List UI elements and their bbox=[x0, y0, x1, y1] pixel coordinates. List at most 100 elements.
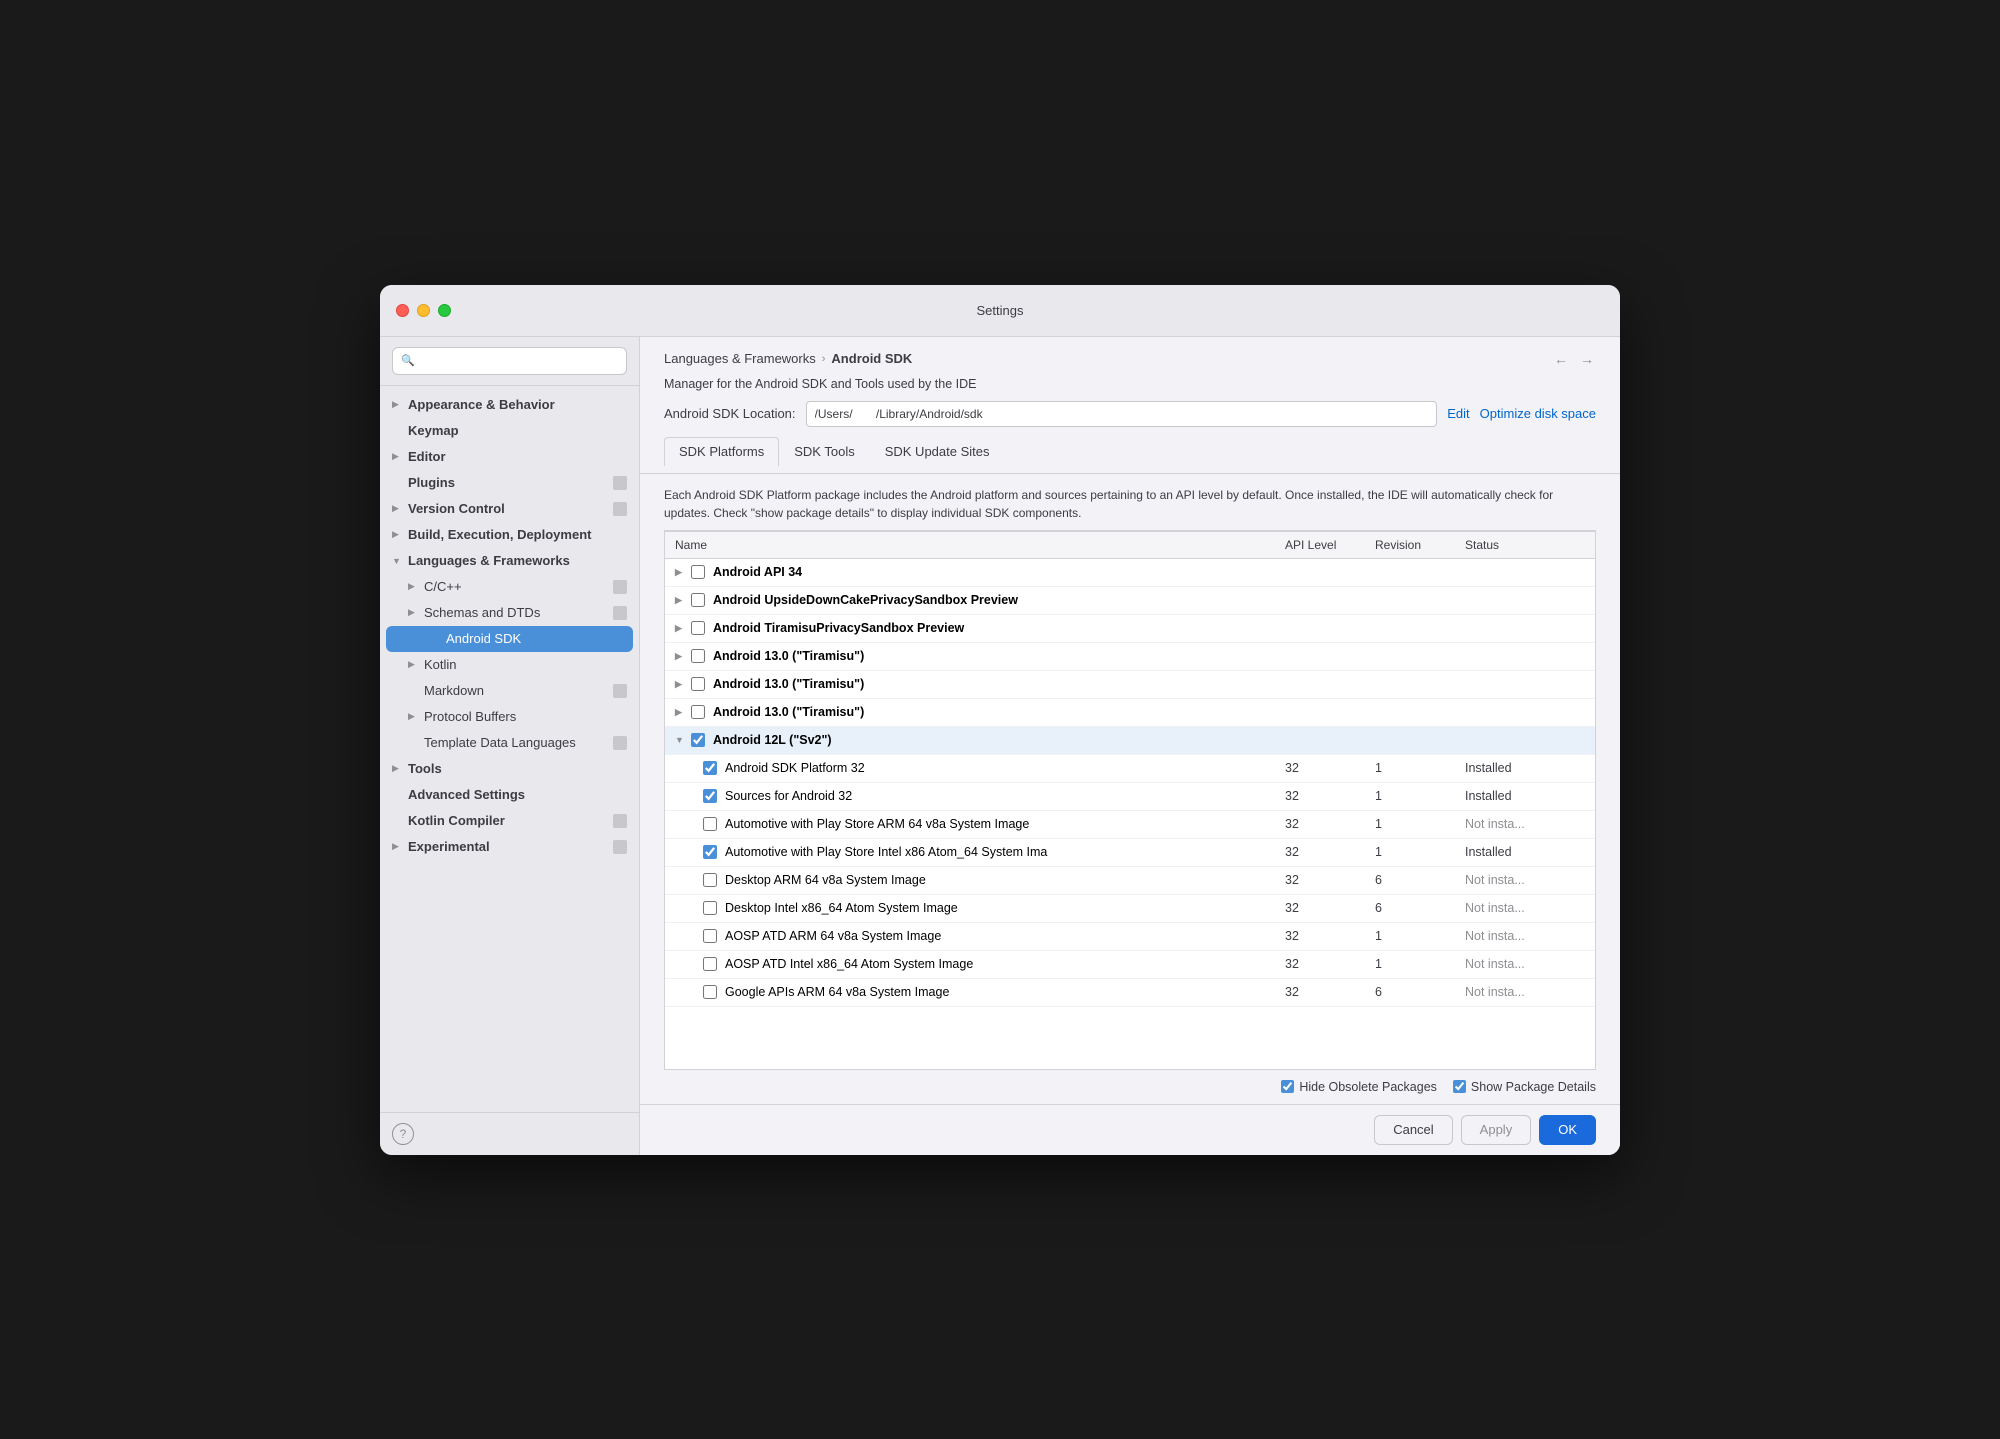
table-row: Sources for Android 32 32 1 Installed bbox=[665, 783, 1595, 811]
sidebar-item-cpp[interactable]: ▶ C/C++ bbox=[380, 574, 639, 600]
sidebar-nav: ▶ Appearance & Behavior Keymap ▶ Editor … bbox=[380, 386, 639, 1112]
row-name-cell: ▶ Android TiramisuPrivacySandbox Preview bbox=[675, 621, 1285, 635]
edit-button[interactable]: Edit bbox=[1447, 406, 1469, 421]
search-container: 🔍 bbox=[380, 337, 639, 386]
row-checkbox[interactable] bbox=[691, 621, 705, 635]
cancel-button[interactable]: Cancel bbox=[1374, 1115, 1452, 1145]
table-row: ▶ Android UpsideDownCakePrivacySandbox P… bbox=[665, 587, 1595, 615]
col-status: Status bbox=[1465, 538, 1585, 552]
sidebar-item-tools[interactable]: ▶ Tools bbox=[380, 756, 639, 782]
row-checkbox[interactable] bbox=[703, 901, 717, 915]
row-checkbox[interactable] bbox=[703, 929, 717, 943]
sidebar-item-protocol-buffers[interactable]: ▶ Protocol Buffers bbox=[380, 704, 639, 730]
sidebar-item-label: Android SDK bbox=[446, 631, 627, 646]
row-revision-cell: 1 bbox=[1375, 929, 1465, 943]
sidebar-item-kotlin[interactable]: ▶ Kotlin bbox=[380, 652, 639, 678]
table-row: ▶ Android TiramisuPrivacySandbox Preview bbox=[665, 615, 1595, 643]
tab-sdk-tools[interactable]: SDK Tools bbox=[779, 437, 869, 465]
back-arrow-icon[interactable]: ← bbox=[1552, 351, 1570, 367]
sidebar-item-advanced-settings[interactable]: Advanced Settings bbox=[380, 782, 639, 808]
table-row: Google APIs ARM 64 v8a System Image 32 6… bbox=[665, 979, 1595, 1007]
sidebar-item-label: C/C++ bbox=[424, 579, 613, 594]
row-name-cell: ▶ Android UpsideDownCakePrivacySandbox P… bbox=[675, 593, 1285, 607]
sidebar-item-appearance[interactable]: ▶ Appearance & Behavior bbox=[380, 392, 639, 418]
sidebar-item-plugins[interactable]: Plugins bbox=[380, 470, 639, 496]
sidebar-item-markdown[interactable]: Markdown bbox=[380, 678, 639, 704]
badge-icon bbox=[613, 684, 627, 698]
minimize-button[interactable] bbox=[417, 304, 430, 317]
search-box[interactable]: 🔍 bbox=[392, 347, 627, 375]
breadcrumb-current: Android SDK bbox=[831, 351, 912, 366]
row-checkbox[interactable] bbox=[691, 733, 705, 747]
sidebar-item-experimental[interactable]: ▶ Experimental bbox=[380, 834, 639, 860]
sidebar-item-label: Template Data Languages bbox=[424, 735, 613, 750]
row-status-cell: Installed bbox=[1465, 761, 1585, 775]
sidebar-item-template-data[interactable]: Template Data Languages bbox=[380, 730, 639, 756]
search-input[interactable] bbox=[419, 354, 618, 368]
row-checkbox[interactable] bbox=[703, 873, 717, 887]
row-name-cell: Automotive with Play Store ARM 64 v8a Sy… bbox=[675, 817, 1285, 831]
row-checkbox[interactable] bbox=[703, 789, 717, 803]
sdk-location-input[interactable] bbox=[806, 401, 1438, 427]
row-checkbox[interactable] bbox=[691, 593, 705, 607]
sidebar-item-label: Kotlin Compiler bbox=[408, 813, 613, 828]
hide-obsolete-checkbox[interactable] bbox=[1281, 1080, 1294, 1093]
tab-sdk-update-sites[interactable]: SDK Update Sites bbox=[870, 437, 1005, 465]
row-checkbox[interactable] bbox=[691, 705, 705, 719]
row-revision-cell: 6 bbox=[1375, 901, 1465, 915]
help-button[interactable]: ? bbox=[392, 1123, 414, 1145]
sidebar-item-schemas[interactable]: ▶ Schemas and DTDs bbox=[380, 600, 639, 626]
row-checkbox[interactable] bbox=[691, 677, 705, 691]
row-name-cell: ▼ Android 12L ("Sv2") bbox=[675, 733, 1285, 747]
table-row: AOSP ATD ARM 64 v8a System Image 32 1 No… bbox=[665, 923, 1595, 951]
sidebar-item-keymap[interactable]: Keymap bbox=[380, 418, 639, 444]
table-footer: Hide Obsolete Packages Show Package Deta… bbox=[664, 1070, 1596, 1104]
table-row: Automotive with Play Store Intel x86 Ato… bbox=[665, 839, 1595, 867]
sidebar-item-version-control[interactable]: ▶ Version Control bbox=[380, 496, 639, 522]
sidebar-item-label: Version Control bbox=[408, 501, 613, 516]
titlebar: Settings bbox=[380, 285, 1620, 337]
row-api-cell: 32 bbox=[1285, 845, 1375, 859]
sidebar-bottom: ? bbox=[380, 1112, 639, 1155]
row-name-cell: Google APIs ARM 64 v8a System Image bbox=[675, 985, 1285, 999]
breadcrumb-parent[interactable]: Languages & Frameworks bbox=[664, 351, 816, 366]
forward-arrow-icon[interactable]: → bbox=[1578, 351, 1596, 367]
row-api-cell: 32 bbox=[1285, 985, 1375, 999]
row-checkbox[interactable] bbox=[691, 565, 705, 579]
sidebar-item-android-sdk[interactable]: Android SDK bbox=[386, 626, 633, 652]
hide-obsolete-checkbox-label[interactable]: Hide Obsolete Packages bbox=[1281, 1080, 1437, 1094]
sidebar-item-build[interactable]: ▶ Build, Execution, Deployment bbox=[380, 522, 639, 548]
tab-sdk-platforms[interactable]: SDK Platforms bbox=[664, 437, 779, 466]
row-revision-cell: 1 bbox=[1375, 845, 1465, 859]
close-button[interactable] bbox=[396, 304, 409, 317]
row-name-cell: ▶ Android 13.0 ("Tiramisu") bbox=[675, 649, 1285, 663]
table-row: Desktop Intel x86_64 Atom System Image 3… bbox=[665, 895, 1595, 923]
table-row: ▶ Android 13.0 ("Tiramisu") bbox=[665, 671, 1595, 699]
badge-icon bbox=[613, 606, 627, 620]
ok-button[interactable]: OK bbox=[1539, 1115, 1596, 1145]
row-name-cell: ▶ Android 13.0 ("Tiramisu") bbox=[675, 705, 1285, 719]
sidebar-item-kotlin-compiler[interactable]: Kotlin Compiler bbox=[380, 808, 639, 834]
row-revision-cell: 6 bbox=[1375, 873, 1465, 887]
row-name-cell: Desktop ARM 64 v8a System Image bbox=[675, 873, 1285, 887]
optimize-disk-button[interactable]: Optimize disk space bbox=[1480, 406, 1596, 421]
row-checkbox[interactable] bbox=[703, 761, 717, 775]
maximize-button[interactable] bbox=[438, 304, 451, 317]
row-checkbox[interactable] bbox=[691, 649, 705, 663]
sdk-table: Name API Level Revision Status ▶ Android… bbox=[664, 531, 1596, 1070]
sidebar-item-editor[interactable]: ▶ Editor bbox=[380, 444, 639, 470]
show-package-checkbox[interactable] bbox=[1453, 1080, 1466, 1093]
sidebar-item-label: Kotlin bbox=[424, 657, 627, 672]
show-package-checkbox-label[interactable]: Show Package Details bbox=[1453, 1080, 1596, 1094]
hide-obsolete-label: Hide Obsolete Packages bbox=[1299, 1080, 1437, 1094]
table-row: ▶ Android 13.0 ("Tiramisu") bbox=[665, 643, 1595, 671]
sidebar-item-languages[interactable]: ▼ Languages & Frameworks bbox=[380, 548, 639, 574]
sidebar-item-label: Protocol Buffers bbox=[424, 709, 627, 724]
row-checkbox[interactable] bbox=[703, 957, 717, 971]
row-checkbox[interactable] bbox=[703, 817, 717, 831]
row-checkbox[interactable] bbox=[703, 845, 717, 859]
sdk-location-label: Android SDK Location: bbox=[664, 406, 796, 421]
apply-button[interactable]: Apply bbox=[1461, 1115, 1532, 1145]
row-checkbox[interactable] bbox=[703, 985, 717, 999]
chevron-right-icon: ▶ bbox=[675, 651, 687, 662]
